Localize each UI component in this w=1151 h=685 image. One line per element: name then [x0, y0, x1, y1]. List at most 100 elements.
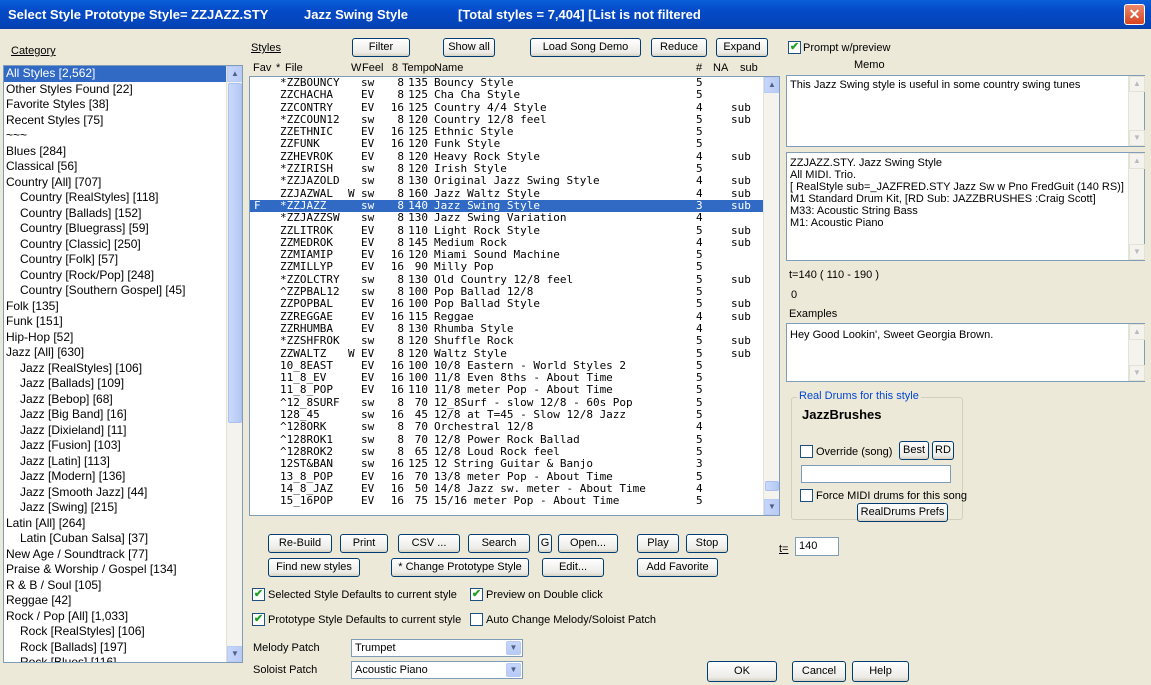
col-eighth[interactable]: 8 [392, 62, 398, 74]
scroll-down-icon[interactable]: ▼ [227, 646, 242, 662]
open-button[interactable]: Open... [558, 534, 618, 553]
scroll-thumb[interactable] [228, 83, 242, 423]
prototype-defaults-checkbox[interactable]: ✔ [252, 613, 265, 626]
category-item[interactable]: Country [Classic] [250] [4, 237, 242, 253]
category-item[interactable]: Jazz [Modern] [136] [4, 469, 242, 485]
reduce-button[interactable]: Reduce [651, 38, 707, 57]
category-list[interactable]: All Styles [2,562] Other Styles Found [22… [3, 65, 243, 663]
col-na[interactable]: NA [713, 62, 728, 74]
load-song-demo-button[interactable]: Load Song Demo [530, 38, 641, 57]
col-name[interactable]: Name [434, 62, 463, 74]
csv-button[interactable]: CSV ... [398, 534, 460, 553]
rebuild-button[interactable]: Re-Build [268, 534, 332, 553]
table-row[interactable]: 11_8_POP EV 16 110 11/8 meter Pop - About Ti… [250, 384, 779, 397]
rd-button[interactable]: RD [932, 441, 954, 460]
melody-patch-select[interactable]: Trumpet ▼ [351, 639, 523, 657]
table-row[interactable]: 15_16POP EV 16 75 15/16 meter Pop - About Ti… [250, 494, 779, 507]
g-button[interactable]: G [538, 534, 552, 553]
category-item[interactable]: Rock [RealStyles] [106] [4, 624, 242, 640]
category-item[interactable]: R & B / Soul [105] [4, 578, 242, 594]
col-file[interactable]: File [285, 62, 303, 74]
auto-change-checkbox[interactable] [470, 613, 483, 626]
category-item[interactable]: Country [All] [707] [4, 175, 242, 191]
preview-double-checkbox[interactable]: ✔ [470, 588, 483, 601]
show-all-button[interactable]: Show all [443, 38, 495, 57]
table-row[interactable]: 13_8_POP EV 16 70 13/8 meter Pop - About Tim… [250, 470, 779, 483]
table-row[interactable]: *ZZJAZZSW sw 8 130 Jazz Swing Variation 4 [250, 211, 779, 224]
col-tempo[interactable]: Tempo [402, 62, 435, 74]
category-item[interactable]: Jazz [Ballads] [109] [4, 376, 242, 392]
category-item[interactable]: Country [RealStyles] [118] [4, 190, 242, 206]
category-item[interactable]: Rock [Blues] [116] [4, 655, 242, 662]
col-sub[interactable]: sub [740, 62, 758, 74]
category-item[interactable]: Funk [151] [4, 314, 242, 330]
category-item[interactable]: Praise & Worship / Gospel [134] [4, 562, 242, 578]
table-row[interactable]: *ZZJAZOLD sw 8 130 Original Jazz Swing Style… [250, 175, 779, 188]
category-scrollbar[interactable]: ▲ ▼ [226, 66, 242, 662]
category-item[interactable]: Jazz [Swing] [215] [4, 500, 242, 516]
chevron-down-icon[interactable]: ▼ [506, 663, 521, 677]
memo-scrollbar[interactable]: ▲ ▼ [1128, 76, 1145, 146]
filter-button[interactable]: Filter [352, 38, 410, 57]
best-button[interactable]: Best [899, 441, 929, 460]
ok-button[interactable]: OK [707, 661, 777, 682]
category-item[interactable]: Jazz [Dixieland] [11] [4, 423, 242, 439]
chevron-down-icon[interactable]: ▼ [506, 641, 521, 655]
category-item[interactable]: Folk [135] [4, 299, 242, 315]
scroll-up-icon[interactable]: ▲ [764, 77, 779, 93]
edit-button[interactable]: Edit... [542, 558, 604, 577]
realdrums-input[interactable] [801, 465, 951, 483]
find-new-styles-button[interactable]: Find new styles [268, 558, 360, 577]
help-button[interactable]: Help [852, 661, 909, 682]
examples-box[interactable]: Hey Good Lookin', Sweet Georgia Brown. ▲… [786, 323, 1145, 382]
category-item[interactable]: Jazz [Fusion] [103] [4, 438, 242, 454]
expand-button[interactable]: Expand [716, 38, 768, 57]
category-item[interactable]: Blues [284] [4, 144, 242, 160]
category-item[interactable]: Jazz [Smooth Jazz] [44] [4, 485, 242, 501]
table-row[interactable]: ZZLITROK EV 8 110 Light Rock Style 5 sub [250, 224, 779, 237]
scroll-thumb[interactable] [765, 481, 779, 491]
category-item[interactable]: Other Styles Found [22] [4, 82, 242, 98]
memo-box[interactable]: This Jazz Swing style is useful in some … [786, 75, 1145, 147]
table-row[interactable]: ZZWALTZ W EV 8 120 Waltz Style 5 sub [250, 347, 779, 360]
category-item[interactable]: ~~~ [4, 128, 242, 144]
category-item[interactable]: Classical [56] [4, 159, 242, 175]
scroll-up-icon[interactable]: ▲ [1129, 76, 1145, 92]
category-item[interactable]: Recent Styles [75] [4, 113, 242, 129]
examples-scrollbar[interactable]: ▲ ▼ [1128, 324, 1145, 381]
scroll-up-icon[interactable]: ▲ [1129, 324, 1145, 340]
print-button[interactable]: Print [340, 534, 388, 553]
style-info-box[interactable]: ZZJAZZ.STY. Jazz Swing Style All MIDI. Tr… [786, 152, 1145, 261]
stop-button[interactable]: Stop [686, 534, 728, 553]
category-item[interactable]: Rock [Ballads] [197] [4, 640, 242, 656]
table-row[interactable]: ZZMILLYP EV 16 90 Milly Pop 5 [250, 261, 779, 274]
table-row[interactable]: ZZPOPBAL EV 16 100 Pop Ballad Style 5 sub [250, 298, 779, 311]
category-item[interactable]: Latin [Cuban Salsa] [37] [4, 531, 242, 547]
category-item[interactable]: Jazz [Bebop] [68] [4, 392, 242, 408]
col-feel[interactable]: Feel [362, 62, 383, 74]
table-row[interactable]: 12ST&BAN sw 16 125 12 String Guitar & Banjo 3 [250, 457, 779, 470]
category-item[interactable]: All Styles [2,562] [4, 66, 242, 82]
category-item[interactable]: Country [Bluegrass] [59] [4, 221, 242, 237]
category-item[interactable]: Jazz [Big Band] [16] [4, 407, 242, 423]
col-star[interactable]: * [276, 62, 280, 74]
category-item[interactable]: Country [Folk] [57] [4, 252, 242, 268]
category-item[interactable]: Jazz [RealStyles] [106] [4, 361, 242, 377]
search-button[interactable]: Search [468, 534, 530, 553]
table-row[interactable]: ZZFUNK EV 16 120 Funk Style 5 [250, 138, 779, 151]
table-row[interactable]: *ZZSHFROK sw 8 120 Shuffle Rock 5 sub [250, 334, 779, 347]
category-item[interactable]: Country [Southern Gospel] [45] [4, 283, 242, 299]
close-icon[interactable]: ✕ [1124, 4, 1145, 25]
category-item[interactable]: Country [Ballads] [152] [4, 206, 242, 222]
col-count[interactable]: # [696, 62, 702, 74]
category-item[interactable]: Favorite Styles [38] [4, 97, 242, 113]
table-row[interactable]: ZZCHACHA EV 8 125 Cha Cha Style 5 [250, 88, 779, 101]
override-song-checkbox[interactable] [800, 445, 813, 458]
scroll-up-icon[interactable]: ▲ [1129, 153, 1145, 169]
category-item[interactable]: Country [Rock/Pop] [248] [4, 268, 242, 284]
info-scrollbar[interactable]: ▲ ▼ [1128, 153, 1145, 260]
scroll-down-icon[interactable]: ▼ [1129, 130, 1145, 146]
scroll-down-icon[interactable]: ▼ [1129, 244, 1145, 260]
play-button[interactable]: Play [637, 534, 679, 553]
change-prototype-button[interactable]: * Change Prototype Style [391, 558, 529, 577]
